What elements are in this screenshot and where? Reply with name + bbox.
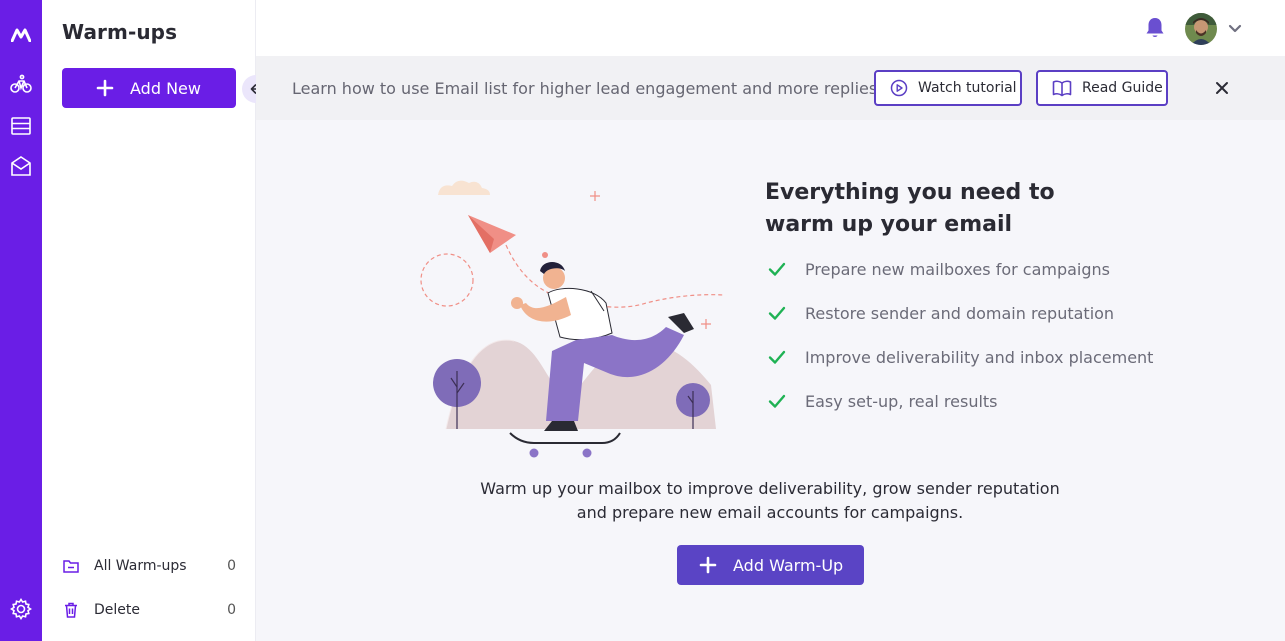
feature-text: Prepare new mailboxes for campaigns [805,259,1110,279]
main-content: Everything you need to warm up your emai… [256,120,1285,641]
read-guide-button[interactable]: Read Guide [1036,70,1168,106]
feature-item: Easy set-up, real results [767,389,998,413]
add-new-button[interactable]: Add New [62,68,236,108]
feature-item: Restore sender and domain reputation [767,301,1114,325]
play-circle-icon [890,79,908,97]
check-icon [768,350,786,364]
read-guide-label: Read Guide [1082,80,1163,96]
banner-text: Learn how to use Email list for higher l… [292,79,878,98]
folder-name: All Warm-ups [94,558,187,574]
settings-icon[interactable] [7,595,35,623]
page-title: Warm-ups [62,20,178,44]
heading-line-2: warm up your email [765,212,1013,237]
watch-tutorial-button[interactable]: Watch tutorial [874,70,1022,106]
heading-line-1: Everything you need to [765,180,1055,205]
add-new-label: Add New [130,78,201,98]
folder-count: 0 [227,558,236,574]
folder-all-warmups[interactable]: All Warm-ups 0 [62,554,236,578]
folder-icon [62,557,80,575]
sidebar: Warm-ups Add New All Warm-ups 0 Delete 0 [42,0,270,641]
logo-icon[interactable] [7,21,35,49]
trash-icon [62,601,80,619]
header [256,0,1285,56]
plus-icon [96,79,114,97]
folder-delete[interactable]: Delete 0 [62,598,236,622]
folder-count: 0 [227,602,236,618]
avatar[interactable] [1185,13,1217,45]
folder-name: Delete [94,602,140,618]
check-icon [768,394,786,408]
chevron-down-icon[interactable] [1227,20,1243,36]
description-line-1: Warm up your mailbox to improve delivera… [480,479,1060,498]
feature-item: Improve deliverability and inbox placeme… [767,345,1153,369]
close-icon[interactable] [1214,80,1230,96]
list-icon[interactable] [7,112,35,140]
skateboarder-illustration [420,180,725,458]
plus-icon [699,556,717,574]
description-line-2: and prepare new email accounts for campa… [576,503,964,522]
feature-text: Improve deliverability and inbox placeme… [805,347,1154,367]
bell-icon[interactable] [1144,16,1166,40]
check-icon [768,306,786,320]
check-icon [768,262,786,276]
feature-text: Restore sender and domain reputation [805,303,1115,323]
nav-rail [0,0,42,641]
description: Warm up your mailbox to improve delivera… [470,477,1070,525]
watch-tutorial-label: Watch tutorial [918,80,1017,96]
add-warmup-label: Add Warm-Up [733,555,844,575]
mailbox-icon[interactable] [7,152,35,180]
book-icon [1052,80,1072,97]
add-warmup-button[interactable]: Add Warm-Up [677,545,864,585]
tutorial-banner: Learn how to use Email list for higher l… [256,56,1285,120]
feature-item: Prepare new mailboxes for campaigns [767,257,1110,281]
bike-icon[interactable] [7,70,35,98]
feature-heading: Everything you need to warm up your emai… [765,177,1085,241]
feature-text: Easy set-up, real results [805,391,998,411]
